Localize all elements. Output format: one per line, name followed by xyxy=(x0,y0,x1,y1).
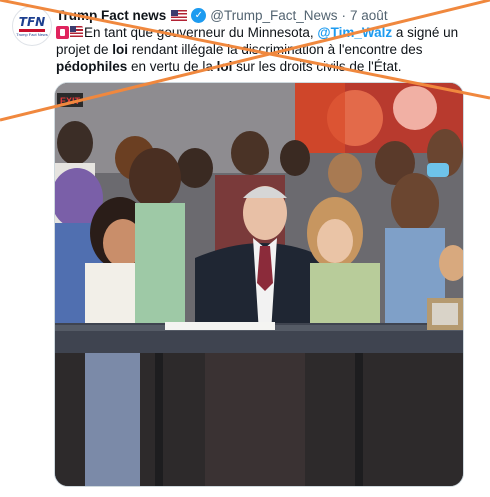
table-leg-2 xyxy=(355,353,363,486)
us-flag-icon xyxy=(171,9,188,21)
child-left-legs xyxy=(85,353,140,486)
tweet-text-part-4: en vertu de la xyxy=(127,59,217,74)
tweet-date[interactable]: 7 août xyxy=(350,8,388,23)
tweet-text-part-3: rendant illégale la discrimination à l'e… xyxy=(128,42,423,57)
tweet-text: En tant que gouverneur du Minnesota, @Ti… xyxy=(56,24,476,75)
hashtag-pedophiles[interactable]: pédophiles xyxy=(56,59,127,74)
girl-right-face xyxy=(317,219,353,263)
us-flag-emoji-icon xyxy=(70,26,83,39)
photo-frame-inner xyxy=(432,303,458,325)
author-name[interactable]: Trump Fact news xyxy=(56,8,166,23)
face-mask xyxy=(427,163,449,177)
girl-right-sweater xyxy=(310,263,380,333)
mention-tim-walz[interactable]: @Tim_Walz xyxy=(317,25,392,40)
red-label-icon xyxy=(56,26,69,39)
table-leg-1 xyxy=(155,353,163,486)
person-bg-6 xyxy=(328,153,362,193)
avatar-logo-subtext: Trump Fact News xyxy=(16,31,48,37)
tweet-header: Trump Fact news ✓ @Trump_Fact_News · 7 a… xyxy=(56,6,388,24)
man-legs xyxy=(205,353,305,486)
girl-green-top xyxy=(135,203,185,323)
exit-sign-text: EXIT xyxy=(60,96,81,106)
tweet-photo[interactable]: EXIT xyxy=(54,82,464,487)
verified-badge-icon[interactable]: ✓ xyxy=(191,7,207,23)
tweet-text-part-5: sur les droits civils de l'État. xyxy=(232,59,402,74)
person-bg-5 xyxy=(280,140,310,176)
header-separator: · xyxy=(341,7,347,23)
girl-far-right-hair xyxy=(391,173,439,233)
photo-scene: EXIT xyxy=(55,83,463,486)
person-bg-1 xyxy=(57,121,93,165)
bill-paper xyxy=(165,322,275,330)
hashtag-loi-1[interactable]: loi xyxy=(112,42,128,57)
artwork-shape-2 xyxy=(393,86,437,130)
hashtag-loi-2[interactable]: loi xyxy=(217,59,233,74)
girl-green-hair xyxy=(129,148,181,208)
author-handle[interactable]: @Trump_Fact_News xyxy=(210,8,337,23)
avatar-logo-text: TFN xyxy=(18,14,46,29)
person-bg-3 xyxy=(177,148,213,188)
person-bg-4 xyxy=(231,131,269,175)
tweet-text-part-1: En tant que gouverneur du Minnesota, xyxy=(84,25,318,40)
tfn-logo-avatar[interactable]: TFN Trump Fact News xyxy=(12,6,52,46)
